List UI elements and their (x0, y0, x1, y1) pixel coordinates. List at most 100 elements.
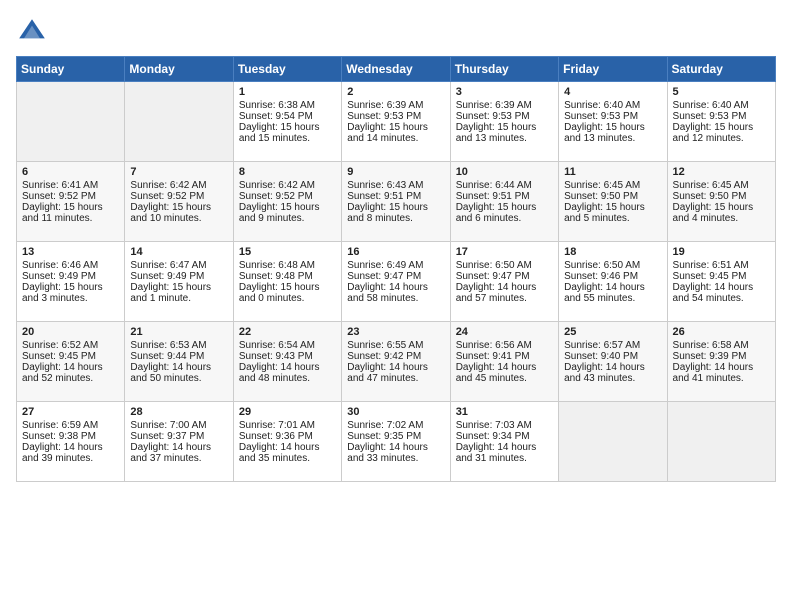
calendar-cell: 23Sunrise: 6:55 AMSunset: 9:42 PMDayligh… (342, 322, 450, 402)
sunrise-text: Sunrise: 6:44 AM (456, 180, 532, 191)
daylight-text: Daylight: 15 hours and 13 minutes. (564, 122, 645, 144)
sunset-text: Sunset: 9:39 PM (673, 351, 747, 362)
day-number: 16 (347, 246, 444, 258)
sunrise-text: Sunrise: 6:58 AM (673, 340, 749, 351)
calendar-cell: 11Sunrise: 6:45 AMSunset: 9:50 PMDayligh… (559, 162, 667, 242)
sunrise-text: Sunrise: 7:02 AM (347, 420, 423, 431)
daylight-text: Daylight: 15 hours and 8 minutes. (347, 202, 428, 224)
sunrise-text: Sunrise: 6:41 AM (22, 180, 98, 191)
daylight-text: Daylight: 15 hours and 10 minutes. (130, 202, 211, 224)
daylight-text: Daylight: 14 hours and 55 minutes. (564, 282, 645, 304)
day-number: 13 (22, 246, 119, 258)
sunrise-text: Sunrise: 6:39 AM (347, 100, 423, 111)
header-day: Friday (559, 57, 667, 82)
header-day: Wednesday (342, 57, 450, 82)
day-number: 5 (673, 86, 770, 98)
calendar-cell: 4Sunrise: 6:40 AMSunset: 9:53 PMDaylight… (559, 82, 667, 162)
calendar-cell: 22Sunrise: 6:54 AMSunset: 9:43 PMDayligh… (233, 322, 341, 402)
sunrise-text: Sunrise: 6:55 AM (347, 340, 423, 351)
calendar-cell: 21Sunrise: 6:53 AMSunset: 9:44 PMDayligh… (125, 322, 233, 402)
sunrise-text: Sunrise: 6:52 AM (22, 340, 98, 351)
sunset-text: Sunset: 9:50 PM (673, 191, 747, 202)
daylight-text: Daylight: 14 hours and 48 minutes. (239, 362, 320, 384)
sunrise-text: Sunrise: 6:48 AM (239, 260, 315, 271)
sunset-text: Sunset: 9:41 PM (456, 351, 530, 362)
calendar-cell: 30Sunrise: 7:02 AMSunset: 9:35 PMDayligh… (342, 402, 450, 482)
page-header (16, 16, 776, 48)
header-day: Thursday (450, 57, 558, 82)
calendar-cell: 25Sunrise: 6:57 AMSunset: 9:40 PMDayligh… (559, 322, 667, 402)
sunset-text: Sunset: 9:44 PM (130, 351, 204, 362)
sunset-text: Sunset: 9:47 PM (456, 271, 530, 282)
sunset-text: Sunset: 9:47 PM (347, 271, 421, 282)
daylight-text: Daylight: 14 hours and 52 minutes. (22, 362, 103, 384)
day-number: 10 (456, 166, 553, 178)
daylight-text: Daylight: 15 hours and 12 minutes. (673, 122, 754, 144)
calendar-cell: 3Sunrise: 6:39 AMSunset: 9:53 PMDaylight… (450, 82, 558, 162)
day-number: 29 (239, 406, 336, 418)
calendar-cell (125, 82, 233, 162)
sunrise-text: Sunrise: 6:49 AM (347, 260, 423, 271)
calendar-cell: 6Sunrise: 6:41 AMSunset: 9:52 PMDaylight… (17, 162, 125, 242)
calendar-header: SundayMondayTuesdayWednesdayThursdayFrid… (17, 57, 776, 82)
sunrise-text: Sunrise: 6:42 AM (130, 180, 206, 191)
day-number: 18 (564, 246, 661, 258)
header-day: Sunday (17, 57, 125, 82)
calendar-row: 6Sunrise: 6:41 AMSunset: 9:52 PMDaylight… (17, 162, 776, 242)
day-number: 27 (22, 406, 119, 418)
day-number: 26 (673, 326, 770, 338)
daylight-text: Daylight: 14 hours and 47 minutes. (347, 362, 428, 384)
day-number: 25 (564, 326, 661, 338)
sunrise-text: Sunrise: 6:46 AM (22, 260, 98, 271)
sunrise-text: Sunrise: 6:47 AM (130, 260, 206, 271)
sunset-text: Sunset: 9:48 PM (239, 271, 313, 282)
sunrise-text: Sunrise: 6:40 AM (564, 100, 640, 111)
sunset-text: Sunset: 9:52 PM (239, 191, 313, 202)
daylight-text: Daylight: 14 hours and 57 minutes. (456, 282, 537, 304)
calendar-cell: 12Sunrise: 6:45 AMSunset: 9:50 PMDayligh… (667, 162, 775, 242)
daylight-text: Daylight: 15 hours and 0 minutes. (239, 282, 320, 304)
calendar-cell: 24Sunrise: 6:56 AMSunset: 9:41 PMDayligh… (450, 322, 558, 402)
header-row: SundayMondayTuesdayWednesdayThursdayFrid… (17, 57, 776, 82)
sunset-text: Sunset: 9:34 PM (456, 431, 530, 442)
sunrise-text: Sunrise: 6:53 AM (130, 340, 206, 351)
sunrise-text: Sunrise: 6:59 AM (22, 420, 98, 431)
sunrise-text: Sunrise: 7:00 AM (130, 420, 206, 431)
calendar-cell: 14Sunrise: 6:47 AMSunset: 9:49 PMDayligh… (125, 242, 233, 322)
day-number: 6 (22, 166, 119, 178)
daylight-text: Daylight: 14 hours and 50 minutes. (130, 362, 211, 384)
calendar-cell: 13Sunrise: 6:46 AMSunset: 9:49 PMDayligh… (17, 242, 125, 322)
daylight-text: Daylight: 15 hours and 6 minutes. (456, 202, 537, 224)
sunset-text: Sunset: 9:46 PM (564, 271, 638, 282)
header-day: Saturday (667, 57, 775, 82)
calendar-cell: 8Sunrise: 6:42 AMSunset: 9:52 PMDaylight… (233, 162, 341, 242)
calendar-cell (667, 402, 775, 482)
calendar-row: 20Sunrise: 6:52 AMSunset: 9:45 PMDayligh… (17, 322, 776, 402)
sunrise-text: Sunrise: 6:42 AM (239, 180, 315, 191)
day-number: 28 (130, 406, 227, 418)
sunrise-text: Sunrise: 7:01 AM (239, 420, 315, 431)
sunrise-text: Sunrise: 6:40 AM (673, 100, 749, 111)
calendar-cell: 29Sunrise: 7:01 AMSunset: 9:36 PMDayligh… (233, 402, 341, 482)
daylight-text: Daylight: 15 hours and 15 minutes. (239, 122, 320, 144)
sunset-text: Sunset: 9:51 PM (456, 191, 530, 202)
sunrise-text: Sunrise: 6:39 AM (456, 100, 532, 111)
daylight-text: Daylight: 15 hours and 4 minutes. (673, 202, 754, 224)
day-number: 3 (456, 86, 553, 98)
calendar-row: 1Sunrise: 6:38 AMSunset: 9:54 PMDaylight… (17, 82, 776, 162)
sunset-text: Sunset: 9:52 PM (130, 191, 204, 202)
calendar-cell: 26Sunrise: 6:58 AMSunset: 9:39 PMDayligh… (667, 322, 775, 402)
day-number: 2 (347, 86, 444, 98)
sunset-text: Sunset: 9:36 PM (239, 431, 313, 442)
sunset-text: Sunset: 9:52 PM (22, 191, 96, 202)
sunset-text: Sunset: 9:53 PM (347, 111, 421, 122)
day-number: 8 (239, 166, 336, 178)
day-number: 17 (456, 246, 553, 258)
day-number: 1 (239, 86, 336, 98)
header-day: Monday (125, 57, 233, 82)
day-number: 14 (130, 246, 227, 258)
calendar-cell: 7Sunrise: 6:42 AMSunset: 9:52 PMDaylight… (125, 162, 233, 242)
logo (16, 16, 52, 48)
calendar-cell: 10 Sunrise: 6:44 AMSunset: 9:51 PMDayligh… (450, 162, 558, 242)
calendar-cell: 2Sunrise: 6:39 AMSunset: 9:53 PMDaylight… (342, 82, 450, 162)
